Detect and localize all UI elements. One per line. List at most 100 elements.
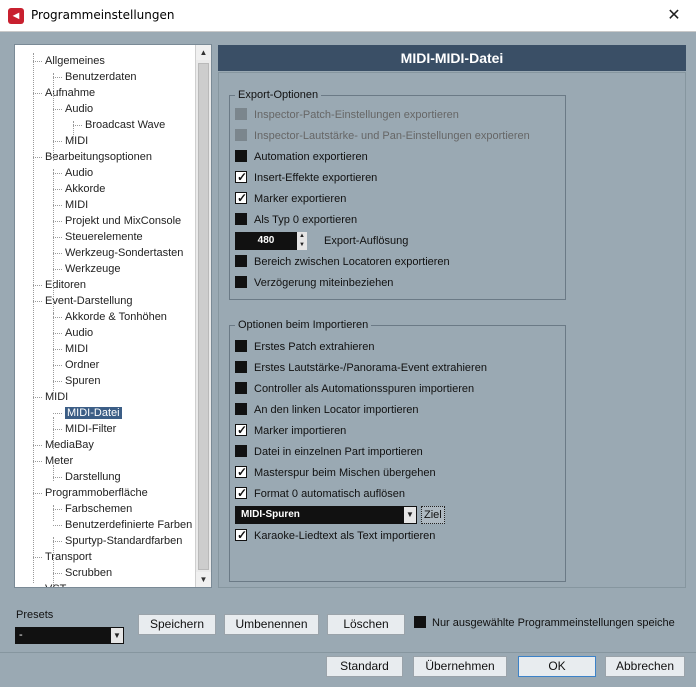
tree-connector <box>53 525 62 526</box>
tree-item[interactable]: VST <box>45 581 66 587</box>
tree-item[interactable]: Transport <box>45 549 92 565</box>
tree-item[interactable]: Akkorde & Tonhöhen <box>65 309 167 325</box>
tree-item[interactable]: Benutzerdaten <box>65 69 137 85</box>
tree-item[interactable]: MIDI <box>65 133 88 149</box>
tree-item[interactable]: Scrubben <box>65 565 112 581</box>
tree-item[interactable]: MIDI-Filter <box>65 421 116 437</box>
only-selected-option[interactable]: Nur ausgewählte Programmeinstellungen sp… <box>414 616 675 629</box>
tree-item[interactable]: Allgemeines <box>45 53 105 69</box>
ok-button[interactable]: OK <box>518 656 596 677</box>
option-row[interactable]: Controller als Automationsspuren importi… <box>235 381 474 397</box>
tree-scrollbar[interactable]: ▲ ▼ <box>195 45 211 587</box>
tree-item-label: Benutzerdefinierte Farben <box>65 519 193 531</box>
tree-item[interactable]: MIDI <box>65 197 88 213</box>
option-checkbox[interactable] <box>235 190 248 206</box>
tree-item[interactable]: Audio <box>65 101 93 117</box>
option-label: Masterspur beim Mischen übergehen <box>254 467 436 479</box>
option-checkbox[interactable] <box>235 276 247 288</box>
spin-arrows-icon[interactable]: ▲ ▼ <box>297 232 307 250</box>
karaoke-option[interactable]: Karaoke-Liedtext als Text importieren <box>235 527 435 544</box>
tree-item[interactable]: Werkzeuge <box>65 261 120 277</box>
presets-select[interactable]: - ▼ <box>15 627 124 644</box>
tree-item[interactable]: Audio <box>65 325 93 341</box>
tree-connector <box>33 285 42 286</box>
option-checkbox[interactable] <box>235 403 247 415</box>
tree-item-label: Spuren <box>65 375 101 387</box>
option-row[interactable]: Automation exportieren <box>235 149 368 165</box>
export-resolution-spinbox[interactable]: 480 ▲ ▼ <box>235 232 307 250</box>
rename-preset-button[interactable]: Umbenennen <box>224 614 319 635</box>
tree-item[interactable]: Akkorde <box>65 181 105 197</box>
delete-preset-button[interactable]: Löschen <box>327 614 405 635</box>
option-checkbox[interactable] <box>235 150 247 162</box>
option-row[interactable]: Verzögerung miteinbeziehen <box>235 275 393 291</box>
tree-item[interactable]: Benutzerdefinierte Farben <box>65 517 192 533</box>
tree-item[interactable]: Farbschemen <box>65 501 132 517</box>
option-row[interactable]: Marker importieren <box>235 422 346 439</box>
tree-item[interactable]: Werkzeug-Sondertasten <box>65 245 183 261</box>
save-preset-button[interactable]: Speichern <box>138 614 216 635</box>
tree-item-label: Werkzeug-Sondertasten <box>65 247 184 259</box>
close-button[interactable]: ✕ <box>662 4 686 28</box>
option-checkbox <box>235 108 247 120</box>
tree-item[interactable]: Projekt und MixConsole <box>65 213 181 229</box>
tree-item[interactable]: Spuren <box>65 373 100 389</box>
option-row[interactable]: Marker exportieren <box>235 190 346 207</box>
option-label: Automation exportieren <box>254 151 368 163</box>
tree-item[interactable]: Spurtyp-Standardfarben <box>65 533 182 549</box>
option-checkbox[interactable] <box>235 361 247 373</box>
karaoke-checkbox[interactable] <box>235 527 248 543</box>
tree-connector <box>53 477 62 478</box>
option-row[interactable]: Datei in einzelnen Part importieren <box>235 444 423 460</box>
option-row[interactable]: Masterspur beim Mischen übergehen <box>235 464 436 481</box>
tree-item[interactable]: Meter <box>45 453 73 469</box>
tree-item-label: Broadcast Wave <box>85 119 166 131</box>
tree-item[interactable]: Audio <box>65 165 93 181</box>
apply-button[interactable]: Übernehmen <box>413 656 507 677</box>
tree-item[interactable]: Broadcast Wave <box>85 117 165 133</box>
tree-connector <box>53 205 62 206</box>
tree-connector <box>33 397 42 398</box>
only-selected-checkbox[interactable] <box>414 616 426 628</box>
tree-item[interactable]: Ordner <box>65 357 99 373</box>
option-checkbox[interactable] <box>235 213 247 225</box>
option-checkbox[interactable] <box>235 445 247 457</box>
option-row[interactable]: Insert-Effekte exportieren <box>235 169 377 186</box>
option-checkbox[interactable] <box>235 464 248 480</box>
tree-item[interactable]: Event-Darstellung <box>45 293 132 309</box>
destination-dropdown[interactable]: MIDI-Spuren ▼ <box>235 506 417 524</box>
option-label: Inspector-Patch-Einstellungen exportiere… <box>254 109 459 121</box>
destination-button[interactable]: Ziel <box>421 506 445 524</box>
option-row[interactable]: Erstes Lautstärke-/Panorama-Event extrah… <box>235 360 487 376</box>
option-checkbox[interactable] <box>235 340 247 352</box>
tree-item[interactable]: Editoren <box>45 277 86 293</box>
tree-item[interactable]: Steuerelemente <box>65 229 143 245</box>
tree-item[interactable]: Darstellung <box>65 469 121 485</box>
tree-item[interactable]: MIDI-Datei <box>65 405 122 421</box>
option-checkbox[interactable] <box>235 382 247 394</box>
tree-item[interactable]: MIDI <box>65 341 88 357</box>
cancel-button[interactable]: Abbrechen <box>605 656 685 677</box>
option-row[interactable]: Bereich zwischen Locatoren exportieren <box>235 254 450 270</box>
option-row[interactable]: Als Typ 0 exportieren <box>235 212 357 228</box>
tree-item[interactable]: MIDI <box>45 389 68 405</box>
default-button[interactable]: Standard <box>326 656 403 677</box>
option-checkbox[interactable] <box>235 255 247 267</box>
scroll-down-arrow-icon[interactable]: ▼ <box>196 572 211 587</box>
tree-item-label: Editoren <box>45 279 86 291</box>
tree-connector <box>53 221 62 222</box>
option-checkbox[interactable] <box>235 169 248 185</box>
chevron-down-icon: ▼ <box>404 507 416 523</box>
option-checkbox[interactable] <box>235 422 248 438</box>
option-checkbox <box>235 129 247 141</box>
scroll-thumb[interactable] <box>198 63 209 570</box>
tree-item-label: MIDI <box>45 391 69 403</box>
option-row[interactable]: Erstes Patch extrahieren <box>235 339 374 355</box>
tree-item-label: Meter <box>45 455 74 467</box>
option-row[interactable]: An den linken Locator importieren <box>235 402 418 418</box>
tree-item[interactable]: Programmoberfläche <box>45 485 148 501</box>
scroll-up-arrow-icon[interactable]: ▲ <box>196 45 211 60</box>
tree-item[interactable]: Bearbeitungsoptionen <box>45 149 152 165</box>
option-checkbox[interactable] <box>235 485 248 501</box>
option-row[interactable]: Format 0 automatisch auflösen <box>235 485 405 502</box>
